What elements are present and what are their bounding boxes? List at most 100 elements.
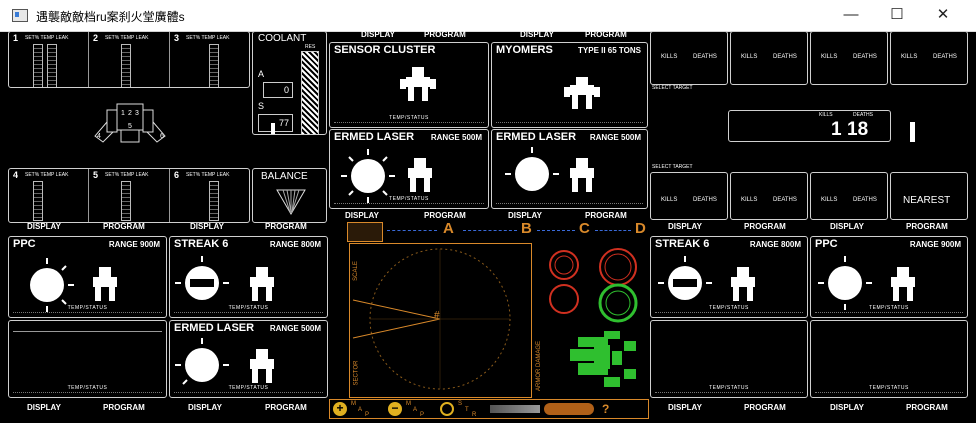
empty-weapon-panel-right-2: TEMP/STATUS (810, 320, 968, 398)
score-slot-2[interactable]: KILLS DEATHS (730, 31, 808, 85)
help-icon[interactable]: ? (602, 402, 609, 416)
zoom-in-icon[interactable]: + (333, 402, 347, 416)
ctrl-label-a2: A (413, 407, 418, 413)
close-button[interactable]: ✕ (920, 0, 966, 31)
balance-panel: BALANCE (252, 168, 327, 223)
coolant-reservoir (301, 51, 319, 134)
tab-program-10[interactable]: PROGRAM (265, 403, 307, 412)
scoreboard-top: KILLS DEATHS KILLS DEATHS KILLS DEATHS KILL… (650, 31, 968, 85)
tab-program-6[interactable]: PROGRAM (585, 211, 627, 220)
ctrl-label-t: T (465, 407, 469, 413)
mech-icon (408, 158, 432, 192)
player-score-panel: KILLS DEATHS 1 18 (728, 110, 891, 142)
ctrl-label-p2: P (420, 412, 425, 418)
score-slot-1[interactable]: KILLS DEATHS (650, 31, 728, 85)
ermed-laser-3-title: ERMED LASER (174, 322, 255, 334)
tab-display-5[interactable]: DISPLAY (345, 211, 379, 220)
ermed-laser-panel-1: ERMED LASER RANGE 500M TEMP/STATUS (329, 129, 489, 209)
temp-status-label: TEMP/STATUS (389, 115, 429, 121)
weapon-group-bar: A B C D (347, 220, 649, 242)
tab-program-5[interactable]: PROGRAM (424, 211, 466, 220)
radar-sector-label: SECTOR (353, 360, 360, 386)
tab-display-6[interactable]: DISPLAY (508, 211, 542, 220)
tab-program-9[interactable]: PROGRAM (103, 403, 145, 412)
ermed-laser-1-title: ERMED LASER (334, 131, 415, 143)
score-slot-6[interactable]: KILLS DEATHS (730, 172, 808, 220)
heat-bank-group-bottom: 4 SET% TEMP LEAK 5 SET% TEMP LEAK 6 SET%… (8, 168, 250, 223)
ammo-strip-icon (490, 405, 540, 413)
group-d[interactable]: D (635, 220, 646, 237)
score-slot-4[interactable]: KILLS DEATHS (890, 31, 968, 85)
coolant-a-value: 0 (283, 85, 289, 95)
heat-bank-group-top: 1 SET% TEMP LEAK 2 SET% TEMP LEAK 3 SET%… (8, 31, 250, 88)
heat-bank-3-bar (209, 44, 219, 87)
tab-program-3[interactable]: PROGRAM (424, 30, 466, 39)
radar-scale-label: SCALE (352, 261, 359, 281)
tab-program-7[interactable]: PROGRAM (744, 222, 786, 231)
throttle-indicator (910, 122, 915, 142)
heat-bank-6-label: SET% TEMP LEAK (186, 172, 230, 178)
temp-status-label: TEMP/STATUS (228, 385, 269, 391)
coolant-s-label: S (258, 101, 265, 111)
maximize-button[interactable]: ☐ (874, 0, 920, 31)
tab-program-4[interactable]: PROGRAM (585, 30, 627, 39)
ctrl-label-m2: M (406, 401, 411, 407)
heat-bank-6-bar (209, 181, 219, 221)
streak-left-title: STREAK 6 (174, 238, 229, 250)
mech-section-3: 3 (135, 110, 139, 117)
heat-bank-3-label: SET% TEMP LEAK (186, 35, 230, 41)
tab-display-7[interactable]: DISPLAY (668, 222, 702, 231)
group-b[interactable]: B (521, 220, 532, 237)
streak-panel-right: STREAK 6 RANGE 800M TEMP/STATUS (650, 236, 808, 318)
group-a[interactable]: A (443, 220, 454, 237)
heat-bank-2-bar (121, 44, 131, 87)
temp-status-label: TEMP/STATUS (709, 385, 749, 391)
tab-display-11[interactable]: DISPLAY (668, 403, 702, 412)
center-map-icon[interactable] (440, 402, 454, 416)
ppc-panel-left: PPC RANGE 900M TEMP/STATUS (8, 236, 167, 318)
tab-program-1[interactable]: PROGRAM (103, 222, 145, 231)
tab-display-3[interactable]: DISPLAY (361, 30, 395, 39)
tab-display-9[interactable]: DISPLAY (27, 403, 61, 412)
mech-section-1: 1 (121, 110, 125, 117)
tab-program-2[interactable]: PROGRAM (265, 222, 307, 231)
mech-icon (731, 267, 755, 301)
coolant-a-field: 0 (263, 82, 293, 98)
tab-program-11[interactable]: PROGRAM (744, 403, 786, 412)
left-tabs-bottom: DISPLAY PROGRAM DISPLAY PROGRAM (0, 403, 330, 417)
ppc-right-range: RANGE 900M (909, 240, 961, 249)
score-slot-7[interactable]: KILLS DEATHS (810, 172, 888, 220)
score-slot-3[interactable]: KILLS DEATHS (810, 31, 888, 85)
tab-display-10[interactable]: DISPLAY (188, 403, 222, 412)
tab-display-2[interactable]: DISPLAY (190, 222, 224, 231)
score-slot-5[interactable]: KILLS DEATHS (650, 172, 728, 220)
temp-status-label: TEMP/STATUS (67, 305, 108, 311)
zoom-out-icon[interactable]: − (388, 402, 402, 416)
temp-status-label: TEMP/STATUS (869, 385, 909, 391)
ctrl-label-p1: P (365, 412, 370, 418)
window-title: 遇襲敵敵档ru案刹火堂廣體s (36, 10, 185, 24)
tab-display-12[interactable]: DISPLAY (830, 403, 864, 412)
tab-program-12[interactable]: PROGRAM (906, 403, 948, 412)
player-deaths-label: DEATHS (853, 112, 873, 118)
tab-display-1[interactable]: DISPLAY (27, 222, 61, 231)
heat-bank-2-num: 2 (93, 33, 99, 43)
group-c[interactable]: C (579, 220, 590, 237)
tab-display-8[interactable]: DISPLAY (830, 222, 864, 231)
mech-section-5: 5 (128, 123, 132, 130)
mech-icon (93, 267, 117, 301)
coolant-a-label: A (258, 69, 265, 79)
jump-jet-icon[interactable] (544, 403, 594, 415)
mech-icon (891, 267, 915, 301)
tab-program-8[interactable]: PROGRAM (906, 222, 948, 231)
app-icon (12, 9, 28, 22)
nearest-button[interactable]: NEAREST (890, 172, 968, 220)
tab-display-4[interactable]: DISPLAY (520, 30, 554, 39)
ermed-laser-panel-2: ERMED LASER RANGE 500M (491, 129, 648, 209)
player-deaths-value: 18 (847, 119, 869, 140)
mech-icon (570, 158, 594, 192)
minimize-button[interactable]: — (828, 0, 874, 31)
coolant-indicator (271, 123, 275, 134)
radar-display: # SCALE SECTOR (349, 243, 532, 398)
mech-icon (250, 267, 274, 301)
